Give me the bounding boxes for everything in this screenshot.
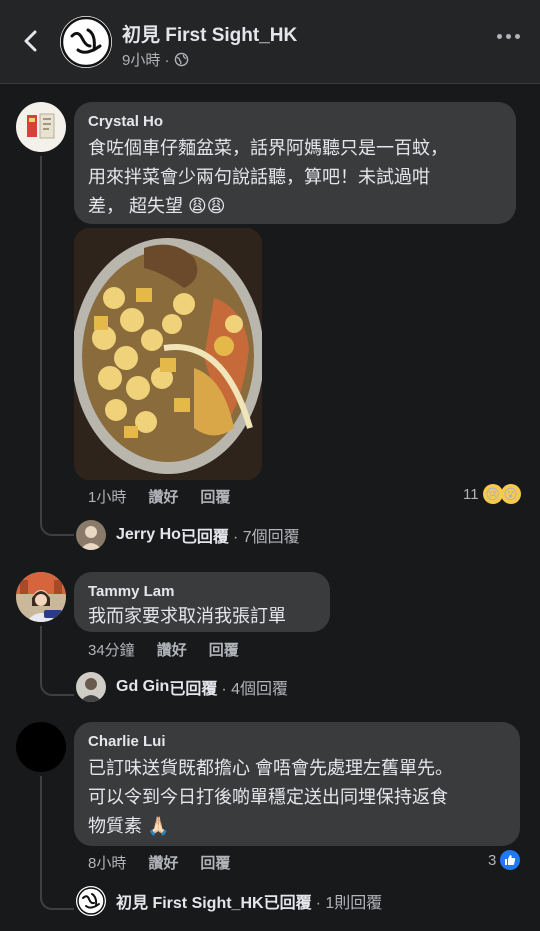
reply-button[interactable]: 回覆 — [209, 639, 239, 660]
view-replies[interactable]: Gd Gin 已回覆 · 4個回覆 — [76, 672, 288, 702]
comment-text: 已訂味送貨既都擔心 會唔會先處理左舊單先。 可以令到今日打後啲單穩定送出同埋保持… — [88, 758, 453, 836]
comment-photo[interactable] — [74, 228, 262, 480]
comment-text: 我而家要求取消我張訂單 — [88, 606, 286, 626]
globe-icon — [174, 52, 188, 67]
comment-author[interactable]: Charlie Lui — [88, 732, 506, 752]
comment-time: 8小時 — [88, 855, 127, 872]
thread-line — [40, 776, 74, 910]
reply-count: · 7個回覆 — [232, 529, 300, 546]
comment-text: 食咗個車仔麵盆菜，話界阿媽聽只是一百蚊， 用來拌菜會少兩句說話聽，算吧！未試過咁… — [88, 138, 448, 216]
like-button[interactable]: 讚好 — [148, 852, 178, 873]
wow-reaction-icon: 😮 — [500, 484, 521, 504]
header-bar: 初見 First Sight_HK 9小時 · — [0, 0, 540, 84]
back-arrow-icon[interactable] — [18, 28, 44, 54]
avatar — [76, 672, 106, 702]
comment-actions: 8小時 讚好 回覆 — [88, 852, 252, 873]
like-reaction-icon — [500, 850, 521, 870]
comment-bubble[interactable]: Crystal Ho 食咗個車仔麵盆菜，話界阿媽聽只是一百蚊， 用來拌菜會少兩句… — [74, 102, 516, 224]
reaction-count: 3 — [488, 851, 497, 869]
avatar[interactable] — [16, 102, 66, 152]
post-meta: 9小時 · — [122, 49, 189, 70]
avatar — [76, 886, 106, 916]
view-replies[interactable]: Jerry Ho 已回覆 · 7個回覆 — [76, 520, 300, 550]
thread-line — [40, 156, 74, 536]
replied-label: 已回覆 — [180, 529, 229, 546]
reply-author: Gd Gin — [116, 678, 170, 695]
reaction-summary[interactable]: 11 😢 😮 — [463, 484, 521, 504]
reply-count: · 4個回覆 — [221, 681, 289, 698]
comment-author[interactable]: Tammy Lam — [88, 582, 316, 602]
more-options-icon[interactable] — [497, 34, 520, 39]
page-title[interactable]: 初見 First Sight_HK — [122, 20, 297, 47]
reply-author: 初見 First Sight_HK — [116, 895, 264, 912]
reaction-summary[interactable]: 3 — [488, 850, 521, 870]
comment-author[interactable]: Crystal Ho — [88, 112, 502, 132]
avatar[interactable] — [16, 572, 66, 622]
post-time: 9小時 · — [122, 52, 170, 69]
logo-brush-icon — [60, 16, 112, 68]
reply-count: · 1則回覆 — [315, 895, 383, 912]
comment-bubble[interactable]: Tammy Lam 我而家要求取消我張訂單 — [74, 572, 330, 632]
comment-actions: 34分鐘 讚好 回覆 — [88, 639, 261, 660]
comment-time: 1小時 — [88, 489, 127, 506]
like-button[interactable]: 讚好 — [148, 486, 178, 507]
thread-line — [40, 626, 74, 696]
avatar[interactable] — [16, 722, 66, 772]
reply-button[interactable]: 回覆 — [200, 486, 230, 507]
comment-time: 34分鐘 — [88, 642, 135, 659]
comment-actions: 1小時 讚好 回覆 — [88, 486, 252, 507]
reaction-count: 11 — [463, 485, 479, 503]
reply-button[interactable]: 回覆 — [200, 852, 230, 873]
replied-label: 已回覆 — [263, 895, 312, 912]
reply-author: Jerry Ho — [116, 526, 181, 543]
avatar — [76, 520, 106, 550]
page-logo[interactable] — [60, 16, 112, 68]
replied-label: 已回覆 — [169, 681, 218, 698]
sad-reaction-icon: 😢 — [482, 484, 503, 504]
view-replies[interactable]: 初見 First Sight_HK 已回覆 · 1則回覆 — [76, 886, 382, 916]
like-button[interactable]: 讚好 — [157, 639, 187, 660]
comment-bubble[interactable]: Charlie Lui 已訂味送貨既都擔心 會唔會先處理左舊單先。 可以令到今日… — [74, 722, 520, 846]
